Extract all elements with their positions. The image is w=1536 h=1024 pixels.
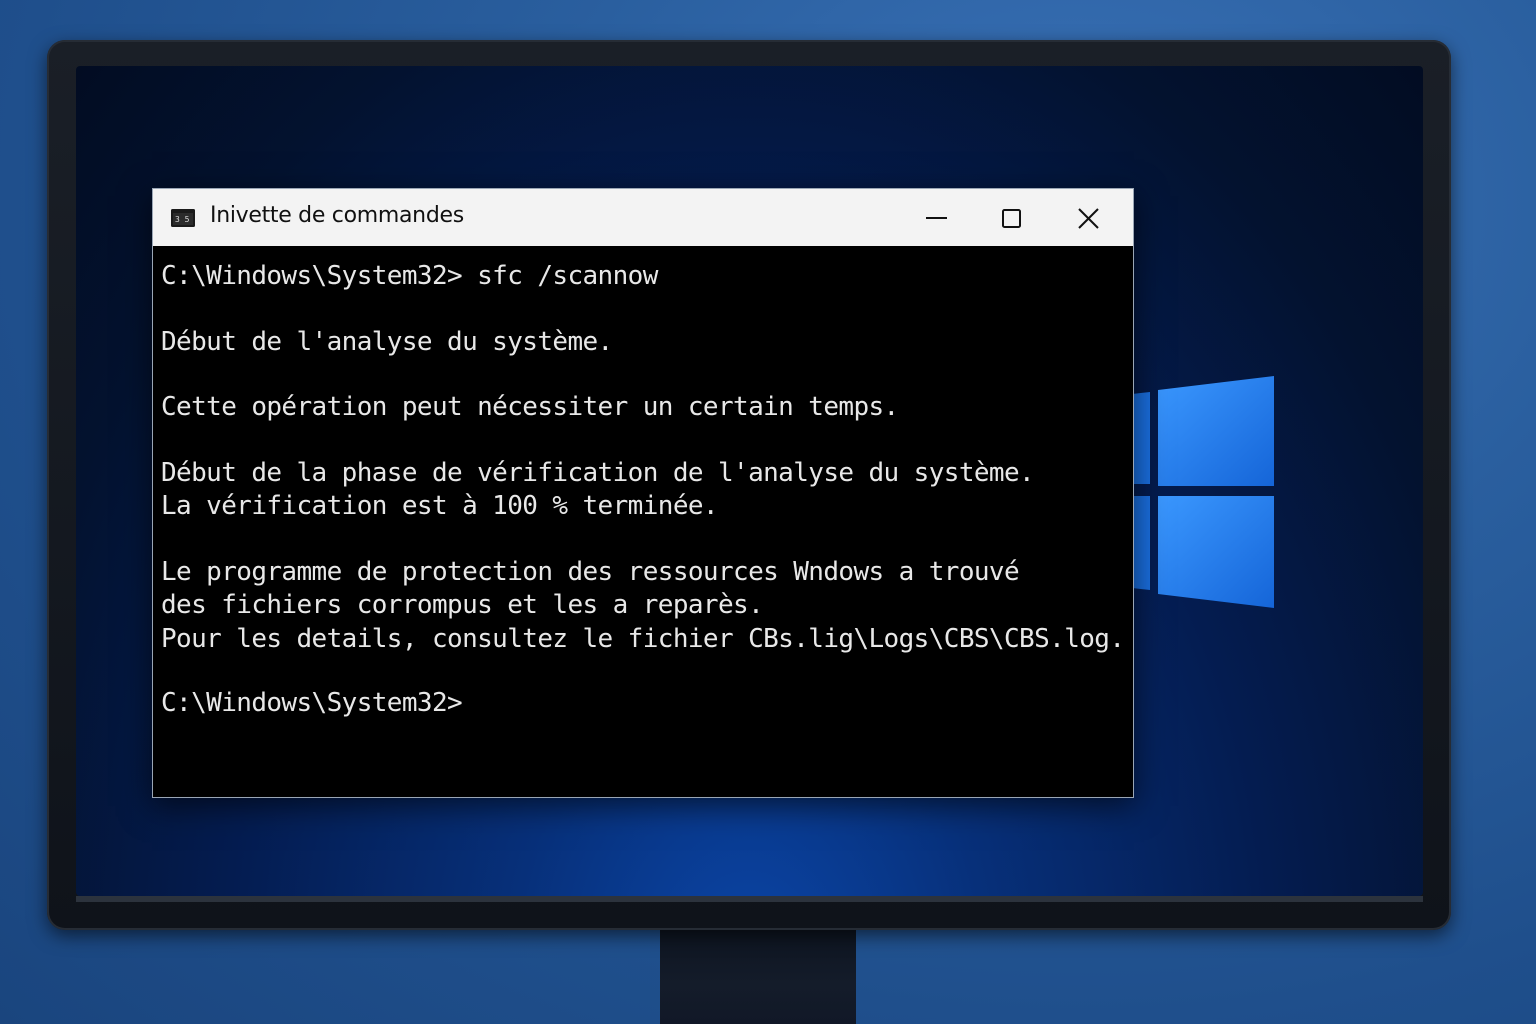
console-prompt: C:\Windows\System32> (161, 688, 463, 718)
close-button[interactable] (1053, 189, 1123, 246)
maximize-icon (1002, 209, 1021, 228)
monitor-bottom-edge (76, 896, 1423, 902)
console-line: des fichiers corrompus et les a reparès. (161, 590, 764, 620)
close-icon (1078, 208, 1099, 229)
console-line: Le programme de protection des ressource… (161, 557, 1020, 587)
minimize-button[interactable] (902, 189, 972, 246)
console-line: La vérification est à 100 % terminée. (161, 491, 719, 521)
minimize-icon (926, 217, 947, 219)
monitor-stand (660, 925, 856, 1024)
console-app-icon: 3 5 (171, 209, 195, 227)
console-line: C:\Windows\System32> sfc /scannow (161, 261, 658, 291)
console-line: Début de la phase de vérification de l'a… (161, 458, 1035, 488)
console-line: Pour les details, consultez le fichier C… (161, 624, 1125, 654)
command-prompt-window[interactable]: 3 5 Inivette de commandes C:\Windows\Sys… (152, 188, 1134, 798)
console-line: Cette opération peut nécessiter un certa… (161, 392, 899, 422)
title-bar[interactable]: 3 5 Inivette de commandes (153, 189, 1133, 246)
maximize-button[interactable] (977, 189, 1047, 246)
console-output[interactable]: C:\Windows\System32> sfc /scannow Début … (161, 246, 1126, 791)
window-title: Inivette de commandes (210, 203, 464, 228)
svg-text:3 5: 3 5 (175, 215, 190, 224)
windows-logo (1132, 376, 1274, 608)
console-line: Début de l'analyse du système. (161, 327, 613, 357)
